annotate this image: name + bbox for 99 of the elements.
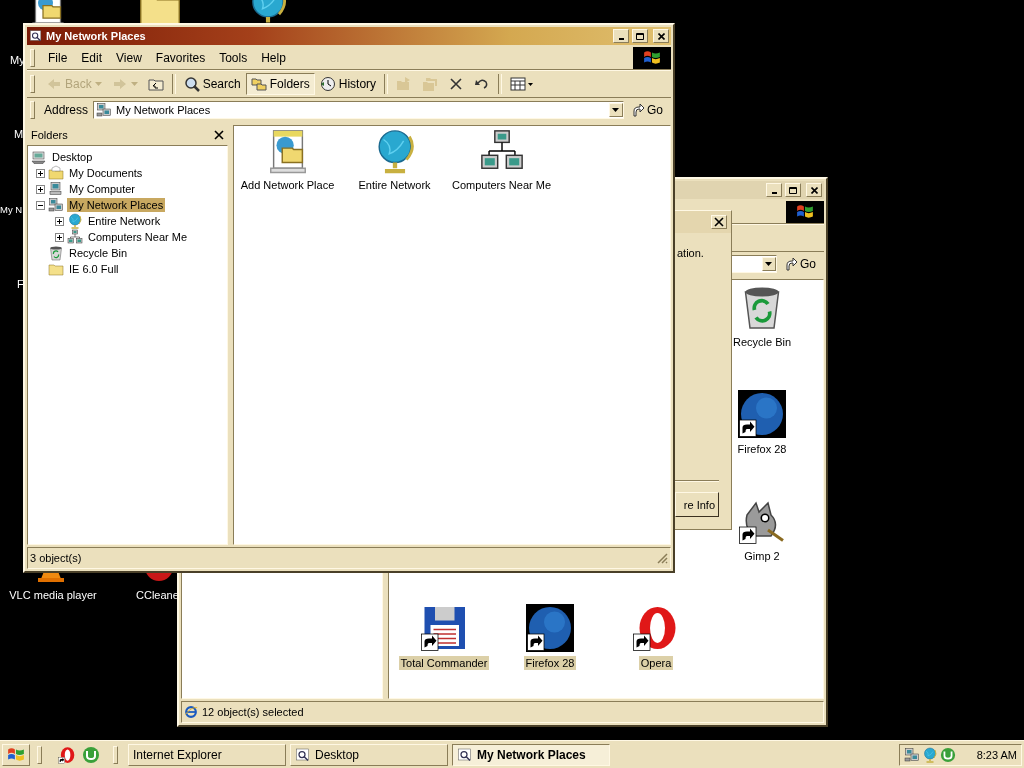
maximize-button[interactable] bbox=[632, 29, 648, 43]
resize-grip-icon bbox=[657, 552, 668, 564]
file-label[interactable]: Recycle Bin bbox=[730, 335, 794, 349]
expand-icon[interactable] bbox=[55, 216, 64, 226]
computer-icon bbox=[48, 181, 64, 197]
status-text: 3 object(s) bbox=[30, 552, 83, 564]
taskbar-button[interactable]: Internet Explorer bbox=[128, 743, 286, 766]
tree-item[interactable]: Entire Network bbox=[86, 214, 163, 228]
delete-icon bbox=[448, 76, 465, 92]
desktop-icon bbox=[31, 149, 47, 165]
close-icon bbox=[810, 186, 818, 194]
maximize-button[interactable] bbox=[785, 183, 801, 197]
file-label[interactable]: Opera bbox=[638, 656, 674, 670]
folder-up-icon bbox=[147, 76, 164, 92]
folders-button[interactable]: Folders bbox=[245, 73, 315, 95]
go-arrow-icon bbox=[784, 257, 798, 271]
file-label[interactable]: Firefox 28 bbox=[735, 442, 789, 456]
expand-icon[interactable] bbox=[36, 184, 45, 194]
tree-item[interactable]: My Computer bbox=[67, 182, 138, 196]
folder-icon bbox=[48, 261, 64, 277]
search-button[interactable]: Search bbox=[178, 73, 246, 95]
taskbar-button[interactable]: My Network Places bbox=[452, 743, 610, 766]
close-icon bbox=[714, 217, 724, 227]
close-icon bbox=[657, 32, 665, 40]
close-button[interactable] bbox=[214, 130, 224, 140]
views-icon bbox=[510, 76, 535, 92]
tree-item[interactable]: My Documents bbox=[67, 166, 145, 180]
globe-tray-icon bbox=[922, 746, 938, 763]
globe-icon bbox=[67, 213, 83, 229]
left-arrow-icon bbox=[46, 76, 62, 92]
close-icon bbox=[214, 130, 224, 140]
network-places-icon bbox=[48, 197, 64, 213]
clock-icon bbox=[319, 76, 336, 92]
taskbar-button[interactable]: Desktop bbox=[290, 743, 448, 766]
file-label[interactable]: Computers Near Me bbox=[449, 178, 553, 192]
menu-item[interactable]: File bbox=[41, 49, 75, 67]
tree-item[interactable]: Computers Near Me bbox=[86, 230, 190, 244]
go-button[interactable]: Go bbox=[780, 257, 820, 271]
pane-title: Folders bbox=[31, 129, 68, 141]
dialog-text: ation. bbox=[677, 247, 705, 259]
desktop-icon-label: VLC media player bbox=[8, 589, 98, 601]
minimize-icon bbox=[618, 38, 624, 40]
tree-item[interactable]: IE 6.0 Full bbox=[67, 262, 121, 276]
clock: 8:23 AM bbox=[976, 748, 1017, 761]
network-tray-icon bbox=[904, 746, 920, 763]
floppy-disk-shortcut-icon bbox=[420, 604, 468, 652]
folders-icon bbox=[250, 76, 267, 92]
tree-item[interactable]: Recycle Bin bbox=[67, 246, 130, 260]
more-info-button[interactable]: re Info bbox=[675, 492, 719, 517]
dropdown-caret-icon bbox=[765, 262, 773, 266]
minimize-icon bbox=[771, 192, 777, 194]
desktop-icon-label: F bbox=[17, 278, 24, 290]
expand-icon[interactable] bbox=[36, 168, 45, 178]
desktop-icon-label: M bbox=[14, 128, 24, 140]
status-text: 12 object(s) selected bbox=[202, 706, 305, 718]
explorer-window-icon bbox=[457, 746, 473, 763]
desktop-icon-label: My N bbox=[0, 204, 23, 215]
file-label[interactable]: Firefox 28 bbox=[523, 656, 577, 670]
menu-item[interactable]: View bbox=[109, 49, 149, 67]
windows-logo-icon bbox=[643, 49, 661, 67]
history-button[interactable]: History bbox=[314, 73, 382, 95]
go-arrow-icon bbox=[631, 103, 645, 117]
traffic-cone-icon bbox=[35, 573, 67, 583]
file-label[interactable]: Total Commander bbox=[398, 656, 490, 670]
right-arrow-icon bbox=[111, 76, 128, 92]
minimize-button[interactable] bbox=[613, 29, 629, 43]
menu-item[interactable]: Help bbox=[254, 49, 293, 67]
menu-item[interactable]: Tools bbox=[212, 49, 255, 67]
address-label: Address bbox=[44, 103, 89, 117]
search-icon bbox=[183, 76, 200, 92]
computers-icon bbox=[67, 229, 83, 245]
explorer-window-icon bbox=[29, 29, 43, 43]
documents-folder-icon bbox=[48, 165, 64, 181]
go-button[interactable]: Go bbox=[627, 103, 667, 117]
dropdown-caret-icon bbox=[130, 82, 138, 86]
network-places-icon bbox=[96, 102, 113, 118]
start-button[interactable] bbox=[2, 743, 30, 766]
windows-logo-icon bbox=[796, 203, 814, 221]
tree-item[interactable]: My Network Places bbox=[67, 198, 166, 212]
dropdown-caret-icon bbox=[612, 108, 620, 112]
file-label[interactable]: Gimp 2 bbox=[742, 549, 782, 563]
desktop-icon-label: CCleane bbox=[136, 589, 179, 601]
window-title: My Network Places bbox=[46, 30, 147, 42]
recycle-bin-icon bbox=[48, 245, 64, 261]
explorer-window-icon bbox=[295, 746, 311, 763]
dropdown-caret-icon bbox=[94, 82, 102, 86]
tree-item[interactable]: Desktop bbox=[50, 150, 95, 164]
windows-logo-icon bbox=[7, 745, 25, 764]
file-label[interactable]: Add Network Place bbox=[238, 178, 337, 192]
maximize-icon bbox=[789, 186, 797, 194]
expand-icon[interactable] bbox=[55, 232, 64, 242]
file-label[interactable]: Entire Network bbox=[356, 178, 433, 192]
minimize-button[interactable] bbox=[766, 183, 782, 197]
copy-to-folder-icon bbox=[422, 76, 439, 92]
maximize-icon bbox=[636, 32, 644, 40]
address-field[interactable]: My Network Places bbox=[93, 101, 624, 119]
collapse-icon[interactable] bbox=[36, 200, 45, 210]
menu-item[interactable]: Favorites bbox=[148, 49, 213, 67]
menu-item[interactable]: Edit bbox=[74, 49, 110, 67]
